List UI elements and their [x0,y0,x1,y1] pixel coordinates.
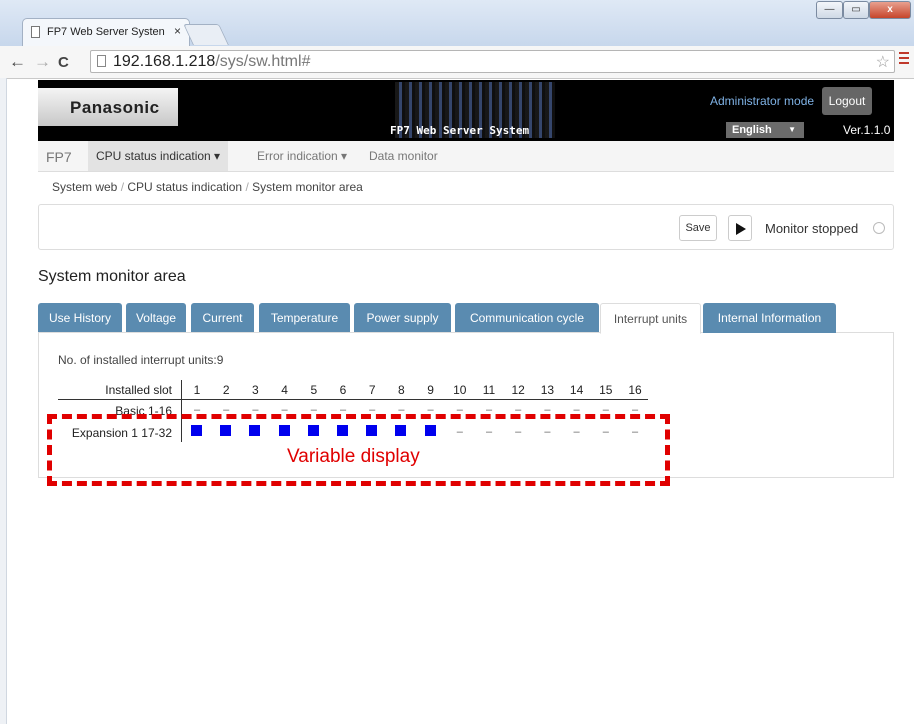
menu-error-indication[interactable]: Error indication ▾ [249,141,355,171]
slot-header-12: 12 [511,383,525,397]
maximize-button[interactable]: ▭ [843,1,869,19]
breadcrumb-item: System monitor area [252,180,363,194]
play-button[interactable] [728,215,752,241]
address-bar: ← → C 192.168.1.218/sys/sw.html# ☆ [0,46,914,79]
logo-text: Panasonic [70,98,160,117]
installed-count: No. of installed interrupt units:9 [58,353,224,367]
window-edge [0,78,7,724]
installed-slot-header: Installed slot [105,383,172,397]
browser-titlebar: FP7 Web Server Systen × — ▭ x [0,0,914,47]
breadcrumb: System web / CPU status indication / Sys… [52,180,363,194]
bookmark-star-icon[interactable]: ☆ [876,52,890,72]
logout-button[interactable]: Logout [822,87,872,115]
close-window-button[interactable]: x [869,1,911,19]
monitor-toolbar: Save Monitor stopped [38,204,894,250]
slot-header-8: 8 [398,383,405,397]
tab-internal-information[interactable]: Internal Information [703,303,836,333]
url-text: 192.168.1.218/sys/sw.html# [113,53,310,71]
slot-header-3: 3 [252,383,259,397]
save-button[interactable]: Save [679,215,717,241]
minimize-button[interactable]: — [816,1,843,19]
version-label: Ver.1.1.0 [843,123,891,137]
play-icon [736,223,746,235]
menu-cpu-status[interactable]: CPU status indication ▾ [88,141,229,171]
reload-icon[interactable]: C [58,54,69,71]
url-host: 192.168.1.218 [113,53,216,70]
tab-interrupt-units[interactable]: Interrupt units [600,303,701,334]
slot-header-11: 11 [482,383,496,397]
slot-header-1: 1 [193,383,201,397]
back-icon[interactable]: ← [9,52,26,72]
tab-title: FP7 Web Server Systen [47,26,165,38]
slot-header-10: 10 [453,383,467,397]
url-path: /sys/sw.html# [215,53,311,70]
caret-down-icon: ▼ [788,125,796,134]
page-title: System monitor area [38,268,186,285]
page-icon [31,26,40,38]
slot-header-2: 2 [222,383,230,397]
browser-menu-icon[interactable] [899,52,909,67]
forward-icon[interactable]: → [34,52,51,72]
main-menu: FP7 CPU status indication ▾ Error indica… [38,141,894,172]
slot-header-14: 14 [569,383,584,397]
slot-header-15: 15 [599,383,613,397]
slot-header-9: 9 [427,383,434,397]
language-value: English [732,124,772,136]
browser-tab[interactable]: FP7 Web Server Systen × [22,18,190,46]
slot-header-7: 7 [368,383,376,397]
status-indicator-icon [873,222,885,234]
slot-header-16: 16 [628,383,642,397]
slot-header-6: 6 [339,383,347,397]
menu-brand[interactable]: FP7 [46,149,72,165]
callout-label: Variable display [287,446,420,467]
panasonic-logo: Panasonic [38,88,178,126]
admin-mode-label: Administrator mode [710,94,815,108]
page-icon [97,55,106,67]
slot-header-5: 5 [310,383,318,397]
slot-header-13: 13 [540,383,555,397]
table-divider-horizontal [58,399,648,400]
slot-header-4: 4 [281,383,288,397]
tab-close-icon[interactable]: × [174,24,181,38]
language-select[interactable]: English ▼ [726,122,804,138]
system-title: FP7 Web Server System [390,124,530,137]
breadcrumb-item[interactable]: System web [52,180,117,194]
url-field[interactable]: 192.168.1.218/sys/sw.html# ☆ [90,50,895,73]
menu-data-monitor[interactable]: Data monitor [361,141,446,171]
monitor-tabs-right: Interrupt units Internal Information [38,303,894,334]
monitor-status: Monitor stopped [765,221,859,236]
site-header: Panasonic FP7 Web Server System Administ… [38,80,894,141]
breadcrumb-item[interactable]: CPU status indication [127,180,242,194]
